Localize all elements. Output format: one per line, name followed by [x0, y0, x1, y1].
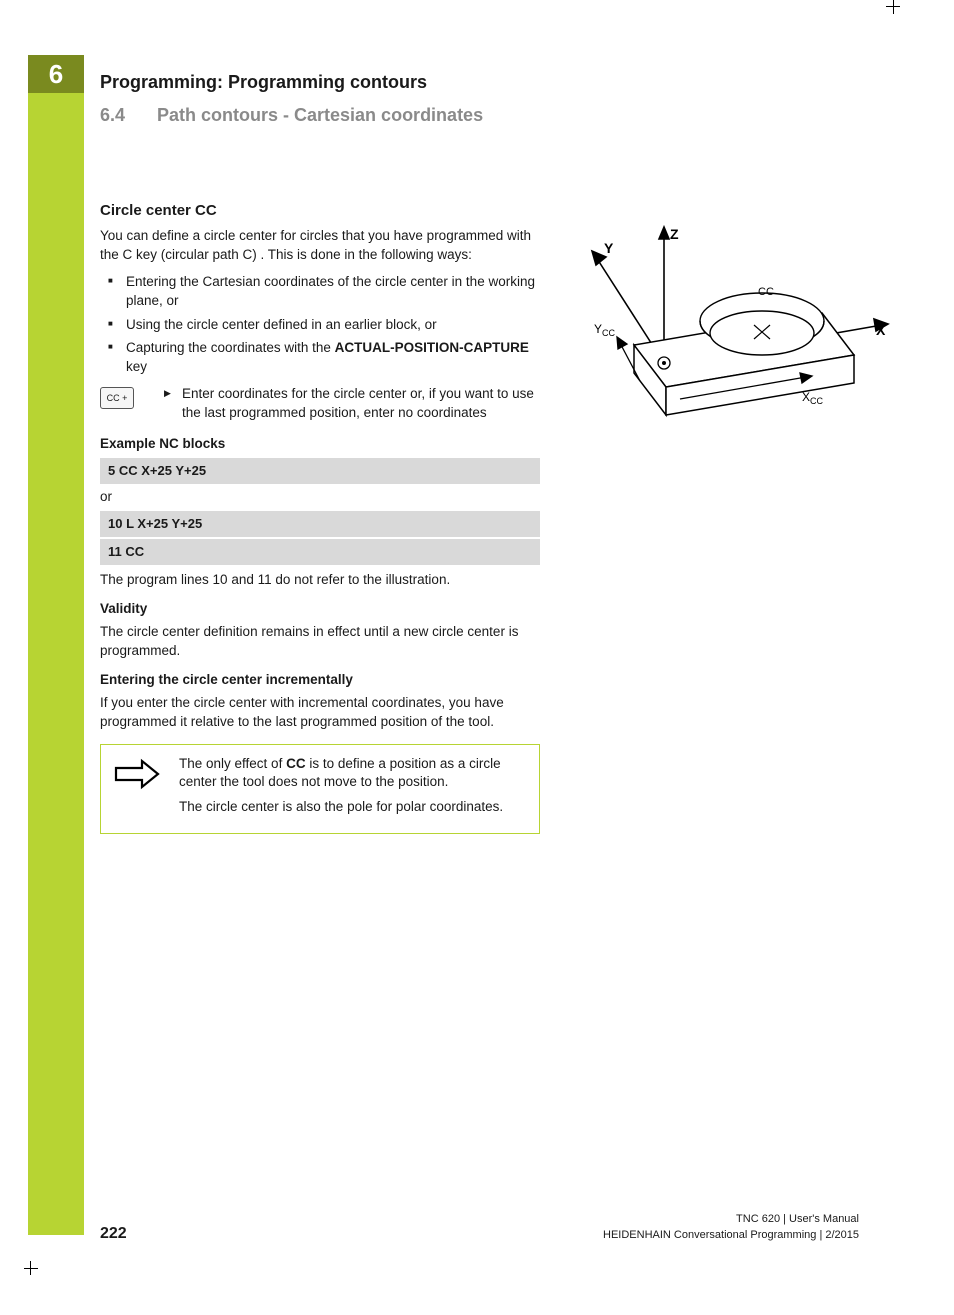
page-number: 222 [100, 1225, 127, 1243]
intro-paragraph: You can define a circle center for circl… [100, 227, 540, 265]
chapter-number-badge: 6 [28, 55, 84, 93]
cc-key-icon: CC + [100, 387, 134, 409]
nc-code-line: 5 CC X+25 Y+25 [100, 458, 540, 484]
key-instruction-row: CC + Enter coordinates for the circle ce… [100, 385, 540, 423]
xcc-label: XCC [802, 390, 824, 406]
footer-line: TNC 620 | User's Manual [603, 1212, 859, 1227]
footer-line: HEIDENHAIN Conversational Programming | … [603, 1228, 859, 1243]
section-title: Path contours - Cartesian coordinates [157, 105, 483, 125]
list-item: Using the circle center defined in an ea… [100, 316, 540, 335]
chapter-sidebar [28, 55, 84, 1235]
breadcrumb: Programming: Programming contours [100, 72, 483, 93]
coordinate-diagram: Z Y X CC XCC YCC [570, 225, 890, 430]
nc-code-line: 10 L X+25 Y+25 [100, 511, 540, 537]
example-heading: Example NC blocks [100, 435, 540, 454]
incremental-heading: Entering the circle center incrementally [100, 671, 540, 690]
section-heading: 6.4 Path contours - Cartesian coordinate… [100, 105, 483, 126]
list-item-text: Capturing the coordinates with the [126, 340, 335, 355]
list-item: Entering the Cartesian coordinates of th… [100, 273, 540, 311]
page-footer: 222 TNC 620 | User's Manual HEIDENHAIN C… [100, 1212, 859, 1243]
axis-y-label: Y [604, 240, 614, 256]
main-content: Circle center CC You can define a circle… [100, 200, 540, 834]
note-text: The only effect of CC is to define a pos… [179, 755, 527, 824]
axis-x-label: X [876, 322, 886, 338]
method-list: Entering the Cartesian coordinates of th… [100, 273, 540, 377]
note-box: The only effect of CC is to define a pos… [100, 744, 540, 835]
validity-text: The circle center definition remains in … [100, 623, 540, 661]
arrow-right-icon [113, 755, 161, 793]
footer-meta: TNC 620 | User's Manual HEIDENHAIN Conve… [603, 1212, 859, 1243]
code-note: The program lines 10 and 11 do not refer… [100, 571, 540, 590]
incremental-text: If you enter the circle center with incr… [100, 694, 540, 732]
note-text-bold: CC [286, 756, 306, 771]
validity-heading: Validity [100, 600, 540, 619]
axis-z-label: Z [670, 226, 679, 242]
section-number: 6.4 [100, 105, 152, 126]
key-description: Enter coordinates for the circle center … [182, 385, 540, 423]
note-text-span: The only effect of [179, 756, 286, 771]
cc-label: CC [758, 286, 774, 298]
ycc-label: YCC [594, 322, 616, 338]
topic-heading: Circle center CC [100, 200, 540, 221]
nc-code-line: 11 CC [100, 539, 540, 565]
list-item-bold: ACTUAL-POSITION-CAPTURE [335, 340, 529, 355]
list-item-text: key [126, 359, 147, 374]
or-separator: or [100, 488, 540, 507]
list-item: Capturing the coordinates with the ACTUA… [100, 339, 540, 377]
page-header: Programming: Programming contours 6.4 Pa… [100, 72, 483, 126]
note-text-line: The circle center is also the pole for p… [179, 798, 527, 817]
